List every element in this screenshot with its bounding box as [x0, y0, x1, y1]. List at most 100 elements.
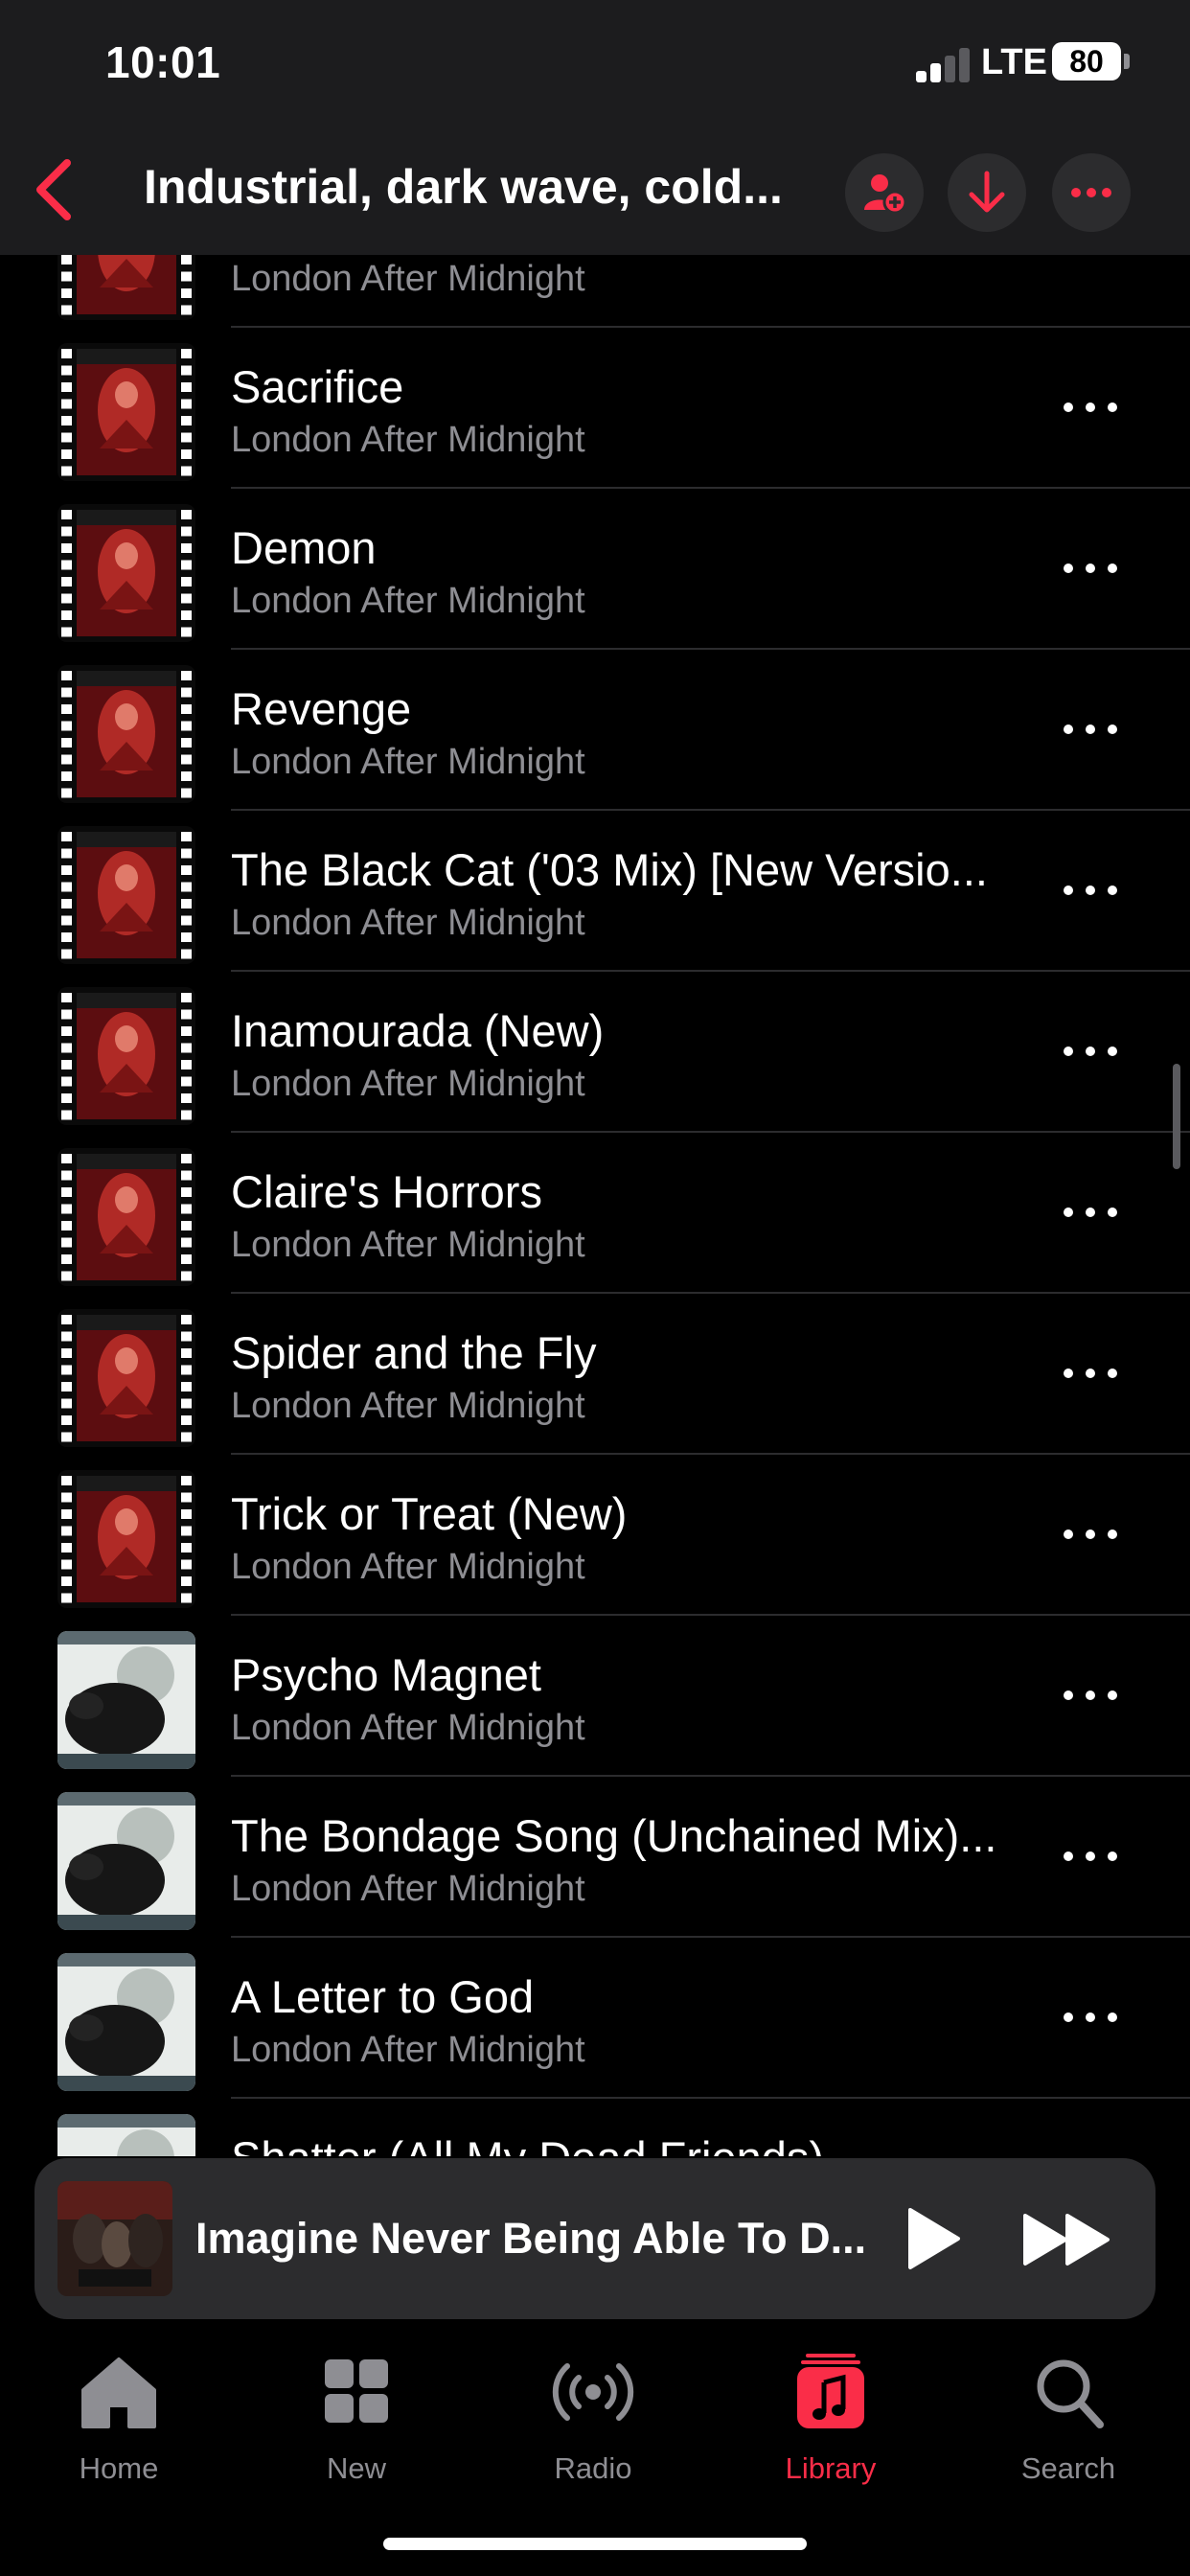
- song-artist: London After Midnight: [231, 259, 585, 299]
- network-label: LTE: [981, 42, 1047, 82]
- song-more-button[interactable]: [1064, 2005, 1117, 2030]
- song-row[interactable]: Revenge London After Midnight: [0, 650, 1190, 811]
- song-title: Inamourada (New): [231, 1005, 605, 1056]
- album-artwork: [57, 987, 195, 1125]
- song-more-button[interactable]: [1064, 1361, 1117, 1386]
- song-artist: London After Midnight: [231, 2030, 585, 2070]
- tab-library[interactable]: Library: [735, 2354, 927, 2497]
- album-artwork: [57, 504, 195, 642]
- song-list[interactable]: London After Midnight Sacrifice London Aft…: [0, 255, 1190, 2156]
- album-artwork: [57, 665, 195, 803]
- song-title: The Bondage Song (Unchained Mix)...: [231, 1810, 997, 1861]
- ellipsis-icon: [1064, 564, 1073, 573]
- fast-forward-icon: [1023, 2214, 1110, 2266]
- song-row[interactable]: Spider and the Fly London After Midnight: [0, 1294, 1190, 1455]
- ellipsis-icon: [1064, 886, 1073, 895]
- tab-new[interactable]: New: [261, 2354, 452, 2497]
- song-artist: London After Midnight: [231, 1869, 585, 1909]
- music-note-icon: [797, 2354, 864, 2428]
- tab-search[interactable]: Search: [973, 2354, 1164, 2497]
- tab-label: Search: [1020, 2451, 1116, 2485]
- page-title: Industrial, dark wave, cold...: [144, 160, 783, 214]
- song-row[interactable]: Inamourada (New) London After Midnight: [0, 972, 1190, 1133]
- skip-forward-button[interactable]: [1019, 2206, 1115, 2273]
- song-more-button[interactable]: [1064, 1683, 1117, 1708]
- song-more-button[interactable]: [1064, 1039, 1117, 1064]
- song-more-button[interactable]: [1064, 1844, 1117, 1869]
- song-title: Sacrifice: [231, 361, 404, 412]
- back-button[interactable]: [29, 157, 82, 222]
- battery-icon: 80: [1052, 42, 1121, 80]
- song-row[interactable]: Psycho Magnet London After Midnight: [0, 1616, 1190, 1777]
- scroll-indicator[interactable]: [1173, 1064, 1180, 1169]
- download-arrow-icon: [969, 171, 1005, 213]
- now-playing-title: Imagine Never Being Able To D...: [195, 2214, 867, 2263]
- song-artist: London After Midnight: [231, 1708, 585, 1748]
- ellipsis-icon: [1064, 1368, 1073, 1378]
- song-title: Shatter (All My Dead Friends): [231, 2131, 1017, 2156]
- song-row[interactable]: Claire's Horrors London After Midnight: [0, 1133, 1190, 1294]
- song-title: A Letter to God: [231, 1971, 535, 2022]
- ellipsis-icon: [1064, 402, 1073, 412]
- album-artwork: [57, 2114, 195, 2156]
- tab-label: Library: [785, 2451, 877, 2485]
- song-more-button[interactable]: [1064, 717, 1117, 742]
- song-row[interactable]: Shatter (All My Dead Friends): [0, 2099, 1190, 2156]
- album-artwork: [57, 1953, 195, 2091]
- house-icon: [81, 2358, 156, 2428]
- ellipsis-icon: [1064, 1530, 1073, 1539]
- song-artist: London After Midnight: [231, 1225, 585, 1265]
- song-title: The Black Cat ('03 Mix) [New Versio...: [231, 844, 988, 895]
- album-artwork: [57, 1792, 195, 1930]
- song-row[interactable]: Sacrifice London After Midnight: [0, 328, 1190, 489]
- more-options-button[interactable]: [1052, 153, 1131, 232]
- tab-label: Home: [79, 2451, 159, 2485]
- song-title: Claire's Horrors: [231, 1166, 542, 1217]
- song-more-button[interactable]: [1064, 878, 1117, 903]
- tab-home[interactable]: Home: [23, 2354, 215, 2497]
- song-artist: London After Midnight: [231, 1386, 585, 1426]
- ellipsis-icon: [1071, 188, 1111, 197]
- search-icon: [1037, 2359, 1104, 2428]
- ellipsis-icon: [1064, 1046, 1073, 1056]
- add-collaborator-button[interactable]: [845, 153, 924, 232]
- song-title: Trick or Treat (New): [231, 1488, 628, 1539]
- song-row[interactable]: Demon London After Midnight: [0, 489, 1190, 650]
- song-more-button[interactable]: [1064, 1522, 1117, 1547]
- chevron-left-icon: [36, 159, 71, 220]
- album-artwork: [57, 343, 195, 481]
- play-button[interactable]: [895, 2202, 968, 2275]
- song-row[interactable]: London After Midnight: [0, 255, 1190, 328]
- song-row[interactable]: The Black Cat ('03 Mix) [New Versio... Lo…: [0, 811, 1190, 972]
- song-more-button[interactable]: [1064, 395, 1117, 420]
- song-row[interactable]: Trick or Treat (New) London After Midnigh…: [0, 1455, 1190, 1616]
- song-more-button[interactable]: [1064, 255, 1117, 259]
- play-icon: [908, 2208, 960, 2269]
- song-more-button[interactable]: [1064, 1200, 1117, 1225]
- song-more-button[interactable]: [1064, 556, 1117, 581]
- tab-label: Radio: [554, 2451, 632, 2485]
- song-artist: London After Midnight: [231, 1547, 585, 1587]
- battery-tip: [1124, 54, 1130, 69]
- mini-player[interactable]: Imagine Never Being Able To D...: [34, 2158, 1156, 2319]
- album-artwork: [57, 1148, 195, 1286]
- radio-waves-icon: [552, 2363, 634, 2421]
- cellular-signal-icon: [916, 46, 970, 82]
- song-artist: London After Midnight: [231, 1064, 585, 1104]
- album-artwork: [57, 1631, 195, 1769]
- person-add-icon: [864, 174, 907, 215]
- album-artwork: [57, 1309, 195, 1447]
- tab-label: New: [326, 2451, 386, 2485]
- download-button[interactable]: [948, 153, 1026, 232]
- song-artist: London After Midnight: [231, 742, 585, 782]
- ellipsis-icon: [1064, 724, 1073, 734]
- song-row[interactable]: A Letter to God London After Midnight: [0, 1938, 1190, 2099]
- album-artwork: [57, 826, 195, 964]
- song-artist: London After Midnight: [231, 581, 585, 621]
- ellipsis-icon: [1064, 1852, 1073, 1861]
- home-indicator: [383, 2538, 807, 2550]
- album-artwork: [57, 1470, 195, 1608]
- song-row[interactable]: The Bondage Song (Unchained Mix)... Londo…: [0, 1777, 1190, 1938]
- tab-radio[interactable]: Radio: [497, 2354, 689, 2497]
- album-artwork: [57, 255, 195, 320]
